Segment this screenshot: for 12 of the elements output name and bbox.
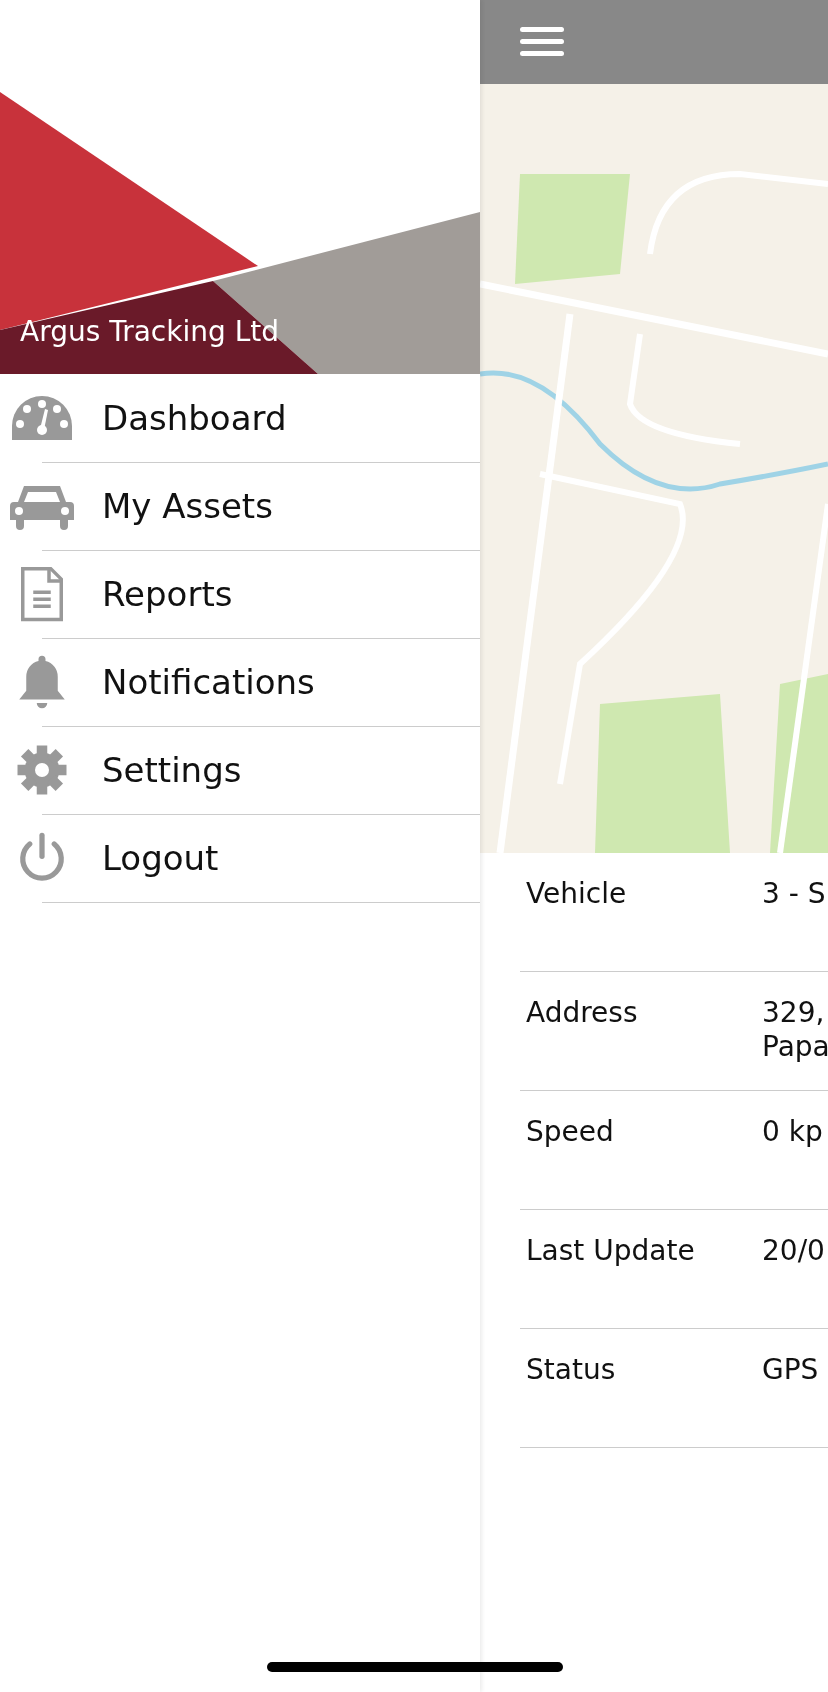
company-name: Argus Tracking Ltd xyxy=(20,315,279,348)
field-label: Last Update xyxy=(525,1234,696,1267)
menu-item[interactable]: Logout xyxy=(42,813,480,903)
field-label: Address xyxy=(525,996,639,1029)
field-label: Vehicle xyxy=(525,877,628,910)
field-value: 20/0 xyxy=(762,1234,825,1268)
field-value: GPS xyxy=(762,1353,819,1387)
field-value: 329, Papa xyxy=(762,996,828,1064)
field-label: Speed xyxy=(525,1115,615,1148)
field-value: 3 - S xyxy=(762,877,826,911)
field-value: 0 kp xyxy=(762,1115,823,1149)
field-label: Status xyxy=(525,1353,617,1386)
